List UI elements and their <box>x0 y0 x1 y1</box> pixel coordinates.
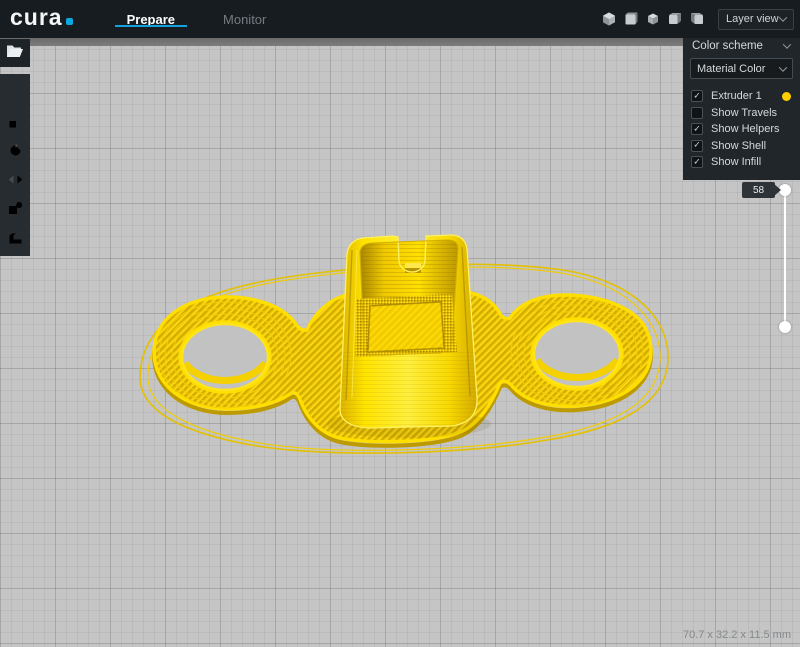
layer-slider-bottom-handle[interactable] <box>779 321 791 333</box>
tab-prepare[interactable]: Prepare <box>103 0 199 38</box>
view-left-icon[interactable] <box>666 11 683 28</box>
view-mode-value: Layer view <box>726 13 779 25</box>
color-scheme-label: Color scheme <box>692 40 763 52</box>
toggle-show-shell[interactable]: ✓ Show Shell <box>683 138 800 155</box>
support-blocker-button[interactable] <box>0 223 30 252</box>
extruder-color-swatch <box>782 92 791 101</box>
cura-logo: cura <box>10 4 73 31</box>
printed-model[interactable] <box>0 38 800 647</box>
per-model-settings-button[interactable] <box>0 194 30 223</box>
checkbox[interactable]: ✓ <box>691 90 703 102</box>
tower <box>338 235 480 430</box>
checkbox[interactable]: ✓ <box>691 123 703 135</box>
cura-logo-dot-icon <box>66 18 73 25</box>
view-front-icon[interactable] <box>622 11 639 28</box>
mirror-tool-button[interactable] <box>0 165 30 194</box>
layer-number-badge: 58 <box>742 182 775 198</box>
toggle-extruder-1[interactable]: ✓ Extruder 1 <box>683 88 800 105</box>
toggle-show-infill[interactable]: ✓ Show Infill <box>683 154 800 171</box>
toggle-label: Show Travels <box>711 107 777 119</box>
toggle-show-helpers[interactable]: ✓ Show Helpers <box>683 121 800 138</box>
toggle-label: Show Infill <box>711 156 761 168</box>
rotate-tool-button[interactable] <box>0 136 30 165</box>
view-controls: Layer view <box>600 9 800 30</box>
tool-panel <box>0 74 30 256</box>
layer-view-panel: Color scheme Material Color ✓ Extruder 1… <box>683 31 800 180</box>
checkbox[interactable]: ✓ <box>691 156 703 168</box>
3d-viewport[interactable]: 70.7 x 32.2 x 11.5 mm <box>0 38 800 647</box>
color-scheme-dropdown[interactable]: Material Color <box>690 58 793 79</box>
chevron-down-icon <box>779 63 787 71</box>
model-group[interactable] <box>140 235 668 453</box>
tab-monitor[interactable]: Monitor <box>199 0 290 38</box>
move-tool-button[interactable] <box>0 78 30 107</box>
color-scheme-header[interactable]: Color scheme <box>683 38 800 58</box>
toggle-label: Show Helpers <box>711 123 779 135</box>
toggle-show-travels[interactable]: ✓ Show Travels <box>683 105 800 122</box>
scale-tool-button[interactable] <box>0 107 30 136</box>
checkbox[interactable]: ✓ <box>691 107 703 119</box>
stage-tabs: Prepare Monitor <box>103 0 291 38</box>
cura-logo-text: cura <box>10 4 63 31</box>
view-3d-icon[interactable] <box>600 11 617 28</box>
view-right-icon[interactable] <box>688 11 705 28</box>
layer-slider-track[interactable] <box>784 190 786 327</box>
view-mode-dropdown[interactable]: Layer view <box>718 9 794 30</box>
open-file-icon <box>6 44 24 63</box>
checkbox[interactable]: ✓ <box>691 140 703 152</box>
cura-window: cura Prepare Monitor Layer view <box>0 0 800 647</box>
toggle-label: Extruder 1 <box>711 90 762 102</box>
open-file-button[interactable] <box>0 39 30 67</box>
chevron-down-icon <box>779 13 787 21</box>
color-scheme-value: Material Color <box>697 63 765 75</box>
layer-number: 58 <box>753 185 764 196</box>
model-dimensions-label: 70.7 x 32.2 x 11.5 mm <box>683 629 791 641</box>
toggle-label: Show Shell <box>711 140 766 152</box>
chevron-down-icon <box>783 40 791 48</box>
view-top-icon[interactable] <box>644 11 661 28</box>
top-bar: cura Prepare Monitor Layer view <box>0 0 800 38</box>
